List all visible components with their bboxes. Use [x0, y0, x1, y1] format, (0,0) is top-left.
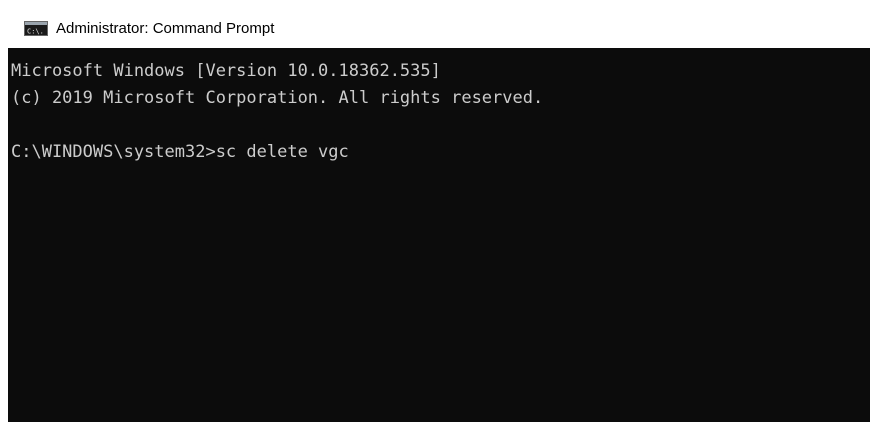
command-prompt-window: C:\. Administrator: Command Prompt Micro… — [8, 8, 870, 422]
console-line-copyright: (c) 2019 Microsoft Corporation. All righ… — [11, 88, 544, 108]
cmd-icon: C:\. — [24, 20, 48, 36]
svg-text:C:\.: C:\. — [27, 27, 44, 35]
console-command-line[interactable]: C:\WINDOWS\system32>sc delete vgc — [11, 139, 870, 166]
console-line-version: Microsoft Windows [Version 10.0.18362.53… — [11, 61, 441, 81]
window-title: Administrator: Command Prompt — [56, 19, 275, 37]
title-bar[interactable]: C:\. Administrator: Command Prompt — [8, 8, 870, 48]
console-output[interactable]: Microsoft Windows [Version 10.0.18362.53… — [8, 58, 870, 422]
